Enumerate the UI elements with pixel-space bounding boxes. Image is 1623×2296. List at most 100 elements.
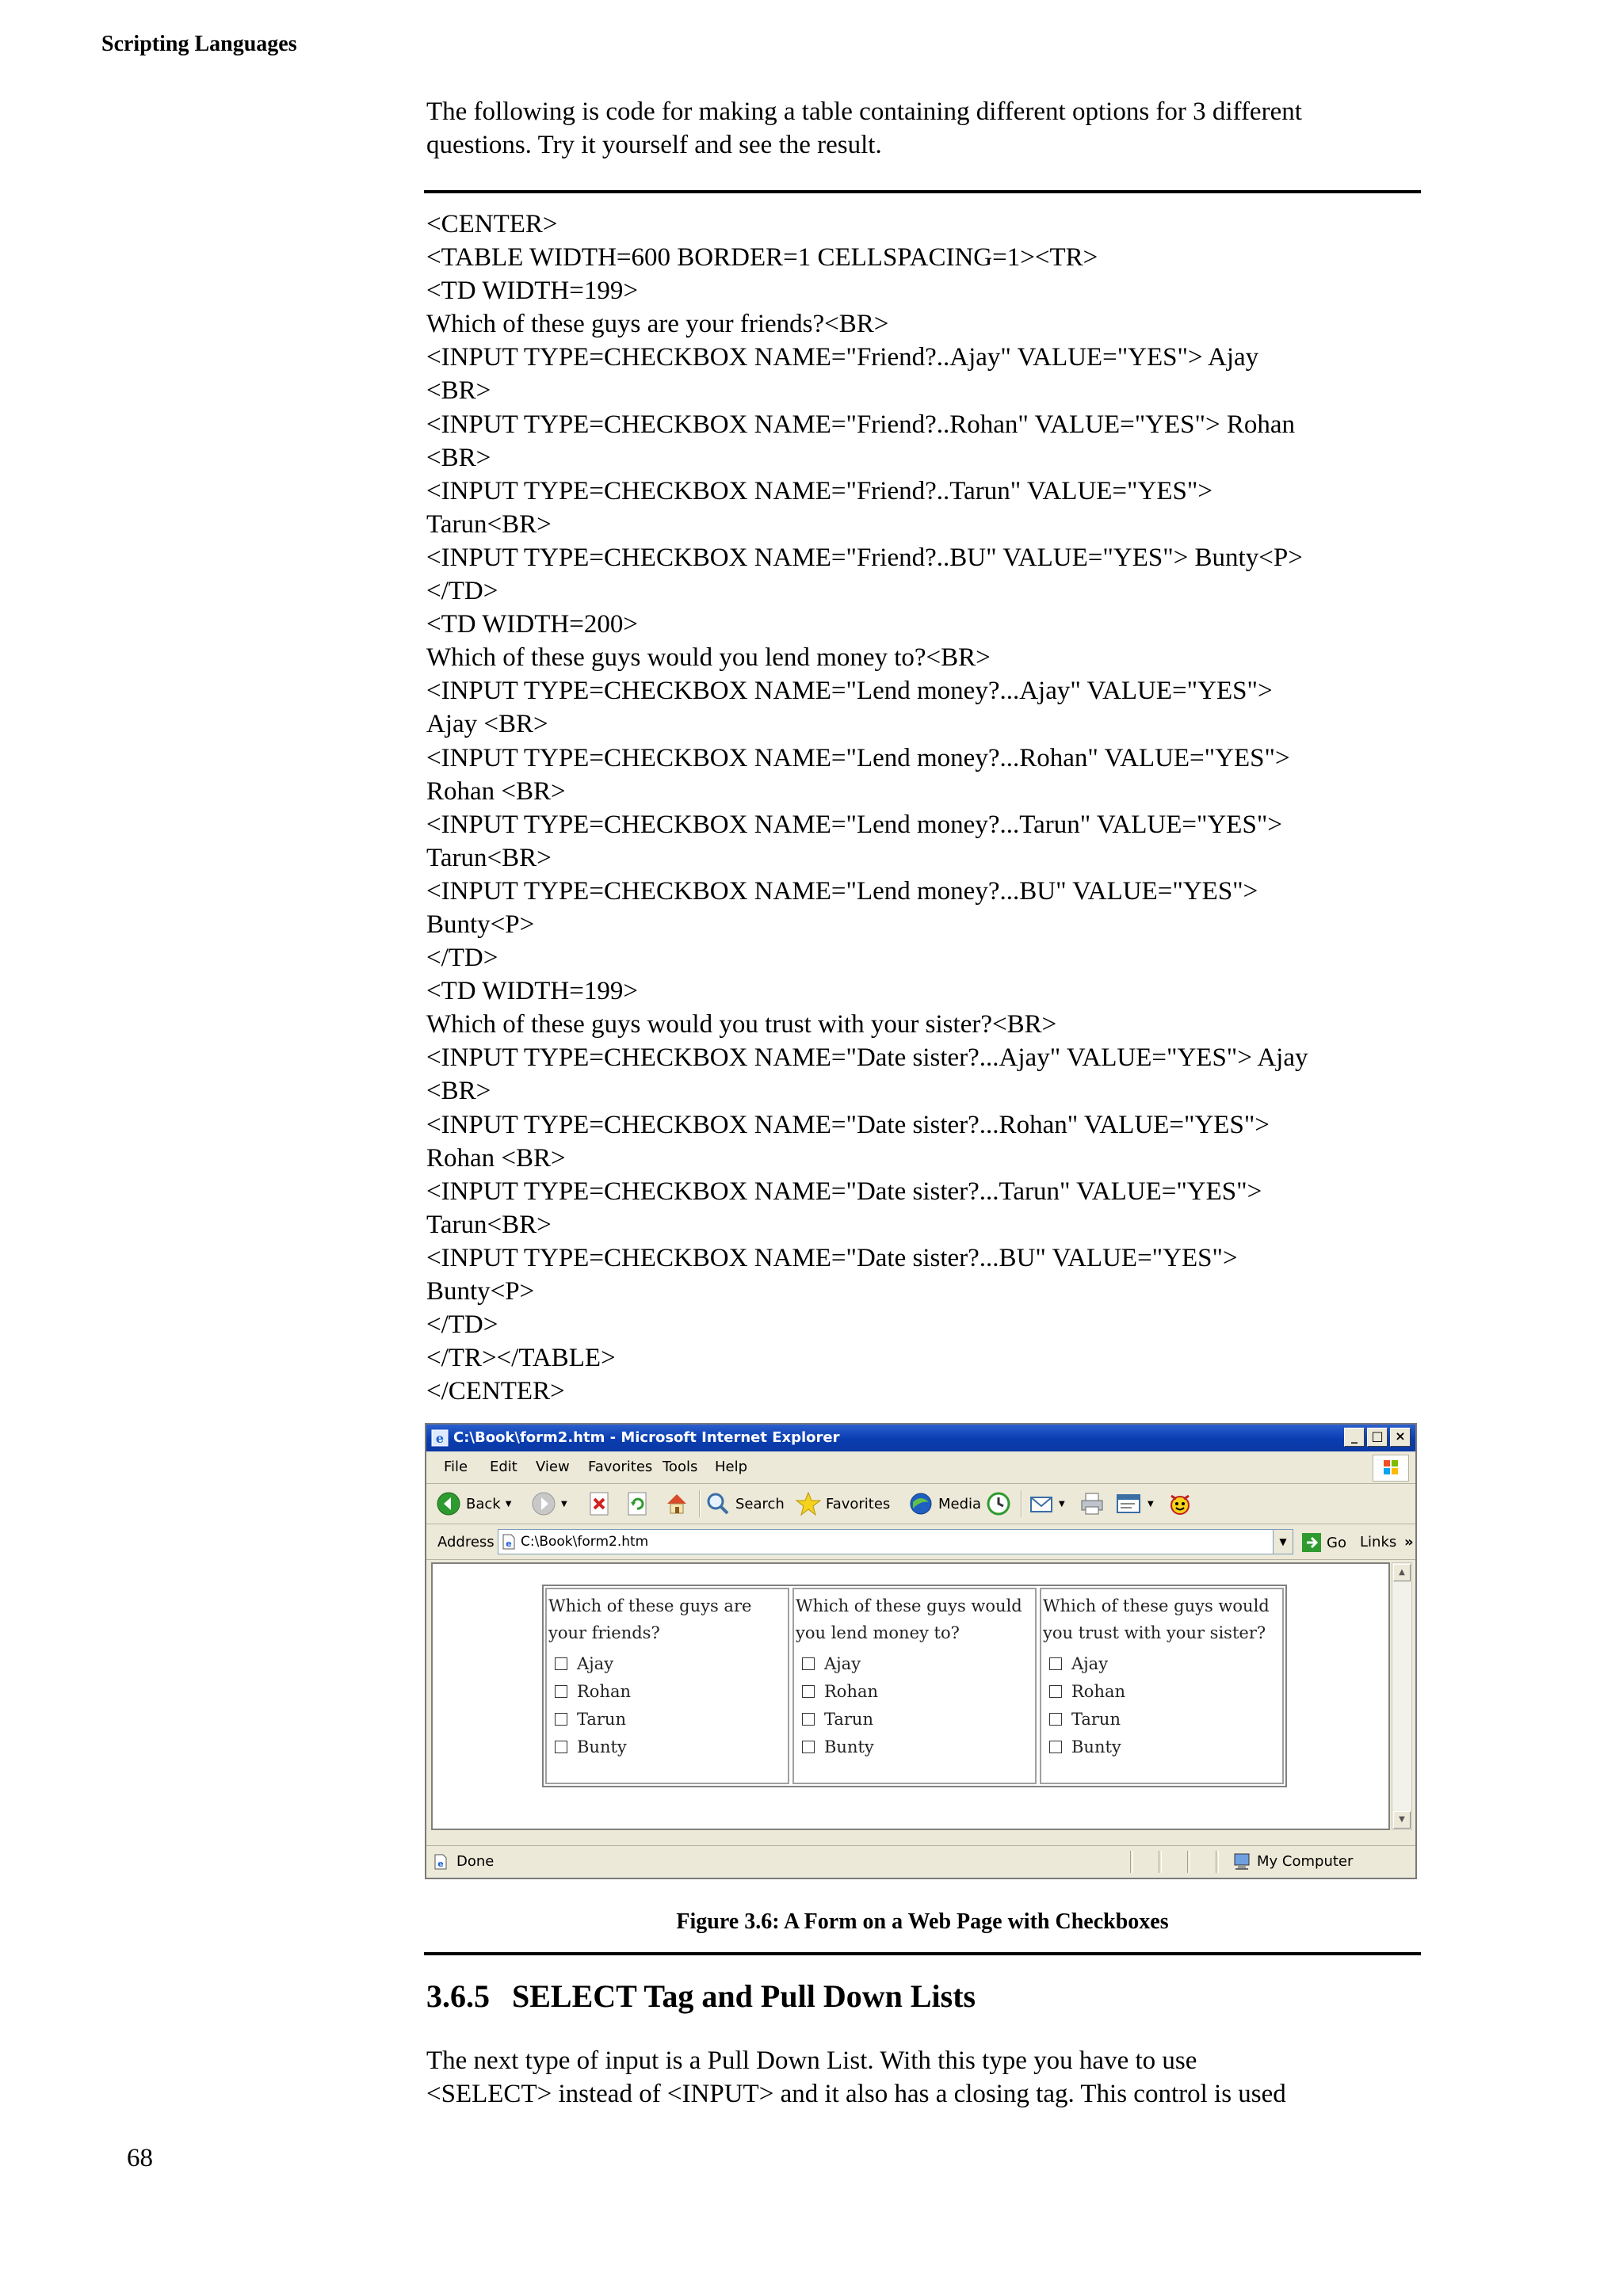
home-icon (667, 1494, 686, 1514)
checkbox-option[interactable]: Rohan (796, 1677, 1033, 1705)
edit-button[interactable]: ▼ (1116, 1490, 1154, 1517)
code-line: <BR> (426, 376, 491, 406)
checkbox[interactable] (802, 1684, 815, 1698)
menu-favorites[interactable]: Favorites (588, 1451, 652, 1483)
checkbox-option[interactable]: Ajay (1043, 1650, 1281, 1677)
messenger-button[interactable] (1167, 1490, 1193, 1517)
mail-button[interactable]: ▼ (1029, 1490, 1065, 1517)
question-cell: Which of these guys would you trust with… (1040, 1588, 1284, 1784)
menu-tools[interactable]: Tools (663, 1451, 697, 1483)
menu-edit[interactable]: Edit (490, 1451, 517, 1483)
code-line: <TABLE WIDTH=600 BORDER=1 CELLSPACING=1>… (426, 243, 1098, 273)
checkbox-label: Ajay (824, 1653, 861, 1673)
section-number: 3.6.5 (426, 1978, 490, 2014)
maximize-button[interactable]: □ (1367, 1428, 1388, 1447)
checkbox[interactable] (555, 1740, 567, 1753)
search-icon (707, 1493, 729, 1515)
checkbox[interactable] (1049, 1684, 1062, 1698)
checkbox-option[interactable]: Ajay (796, 1650, 1033, 1677)
body-line: <SELECT> instead of <INPUT> and it also … (426, 2080, 1286, 2108)
question-text: Which of these guys would you trust with… (1043, 1596, 1270, 1642)
menu-file[interactable]: File (444, 1451, 468, 1483)
checkbox[interactable] (1049, 1712, 1062, 1726)
checkbox-option[interactable]: Bunty (796, 1733, 1033, 1760)
media-icon (910, 1493, 932, 1515)
close-button[interactable]: × (1390, 1428, 1411, 1447)
favorites-label: Favorites (826, 1495, 891, 1512)
browser-window: e C:\Book\form2.htm - Microsoft Internet… (425, 1423, 1417, 1879)
print-icon (1081, 1493, 1103, 1515)
code-line: </TD> (426, 1310, 498, 1340)
checkbox[interactable] (1049, 1657, 1062, 1670)
svg-text:e: e (436, 1431, 444, 1446)
search-button[interactable]: Search (705, 1490, 785, 1517)
section-title: SELECT Tag and Pull Down Lists (512, 1978, 976, 2014)
checkbox-option[interactable]: Rohan (548, 1677, 786, 1705)
code-line: <INPUT TYPE=CHECKBOX NAME="Date sister?.… (426, 1243, 1238, 1272)
my-computer-icon (1234, 1853, 1250, 1870)
code-line: <TD WIDTH=199> (426, 277, 638, 306)
menu-help[interactable]: Help (715, 1451, 747, 1483)
intro-paragraph: The following is code for making a table… (426, 97, 1302, 159)
address-label: Address (437, 1534, 495, 1550)
checkbox-option[interactable]: Rohan (1043, 1677, 1281, 1705)
checkbox-option[interactable]: Bunty (548, 1733, 786, 1760)
address-input[interactable]: e C:\Book\form2.htm ▼ (498, 1529, 1293, 1554)
code-line: <INPUT TYPE=CHECKBOX NAME="Date sister?.… (426, 1177, 1262, 1206)
messenger-icon (1170, 1494, 1190, 1515)
window-title: C:\Book\form2.htm - Microsoft Internet E… (453, 1429, 840, 1446)
favorites-button[interactable]: Favorites (796, 1490, 890, 1517)
address-dropdown-icon[interactable]: ▼ (1273, 1530, 1293, 1554)
code-line: <INPUT TYPE=CHECKBOX NAME="Lend money?..… (426, 810, 1282, 839)
checkbox-option[interactable]: Bunty (1043, 1733, 1281, 1760)
top-rule (424, 190, 1421, 193)
checkbox[interactable] (555, 1712, 567, 1726)
checkbox-label: Bunty (824, 1737, 874, 1756)
toolbar-separator (699, 1490, 701, 1517)
page-icon: e (502, 1534, 515, 1550)
scroll-up-icon[interactable]: ▲ (1393, 1564, 1411, 1581)
status-separator (1216, 1851, 1219, 1873)
links-chevron-icon: » (1403, 1534, 1414, 1550)
zone-text: My Computer (1257, 1853, 1354, 1870)
title-bar: e C:\Book\form2.htm - Microsoft Internet… (426, 1425, 1415, 1451)
code-line: <CENTER> (426, 210, 558, 238)
checkbox[interactable] (555, 1657, 567, 1670)
code-line: <INPUT TYPE=CHECKBOX NAME="Lend money?..… (426, 677, 1273, 706)
vertical-scrollbar[interactable]: ▲ ▼ (1392, 1562, 1412, 1830)
checkbox-option[interactable]: Tarun (1043, 1705, 1281, 1733)
section-heading: 3.6.5 SELECT Tag and Pull Down Lists (426, 1978, 976, 2015)
menu-view[interactable]: View (536, 1451, 570, 1483)
refresh-button[interactable] (626, 1490, 650, 1517)
code-line: Rohan <BR> (426, 776, 566, 806)
checkbox[interactable] (802, 1712, 815, 1726)
svg-text:e: e (506, 1539, 511, 1549)
code-line: </CENTER> (426, 1377, 565, 1406)
go-button[interactable]: Go (1301, 1532, 1346, 1553)
checkbox[interactable] (802, 1657, 815, 1670)
checkbox-label: Tarun (1071, 1709, 1121, 1729)
checkbox[interactable] (1049, 1740, 1062, 1753)
forward-button[interactable]: ▼ (531, 1490, 567, 1517)
forward-arrow-icon (532, 1492, 556, 1516)
back-button[interactable]: Back ▼ (436, 1490, 511, 1517)
checkbox-option[interactable]: Tarun (548, 1705, 786, 1733)
stop-button[interactable] (588, 1490, 612, 1517)
history-button[interactable] (986, 1490, 1011, 1517)
media-button[interactable]: Media (908, 1490, 981, 1517)
code-listing: <CENTER> <TABLE WIDTH=600 BORDER=1 CELLSP… (426, 208, 1417, 1408)
figure-caption: Figure 3.6: A Form on a Web Page with Ch… (676, 1909, 1169, 1934)
scroll-down-icon[interactable]: ▼ (1393, 1811, 1411, 1829)
checkbox[interactable] (555, 1684, 567, 1698)
status-separator (1159, 1851, 1162, 1873)
checkbox-option[interactable]: Tarun (796, 1705, 1033, 1733)
home-button[interactable] (664, 1490, 689, 1517)
menu-bar: File Edit View Favorites Tools Help (426, 1451, 1415, 1484)
code-line: <INPUT TYPE=CHECKBOX NAME="Friend?..BU" … (426, 543, 1303, 572)
links-button[interactable]: Links » (1360, 1534, 1414, 1550)
minimize-button[interactable]: _ (1344, 1428, 1365, 1447)
checkbox[interactable] (802, 1740, 815, 1753)
toolbar-separator (1021, 1490, 1022, 1517)
checkbox-option[interactable]: Ajay (548, 1650, 786, 1677)
print-button[interactable] (1079, 1490, 1105, 1517)
